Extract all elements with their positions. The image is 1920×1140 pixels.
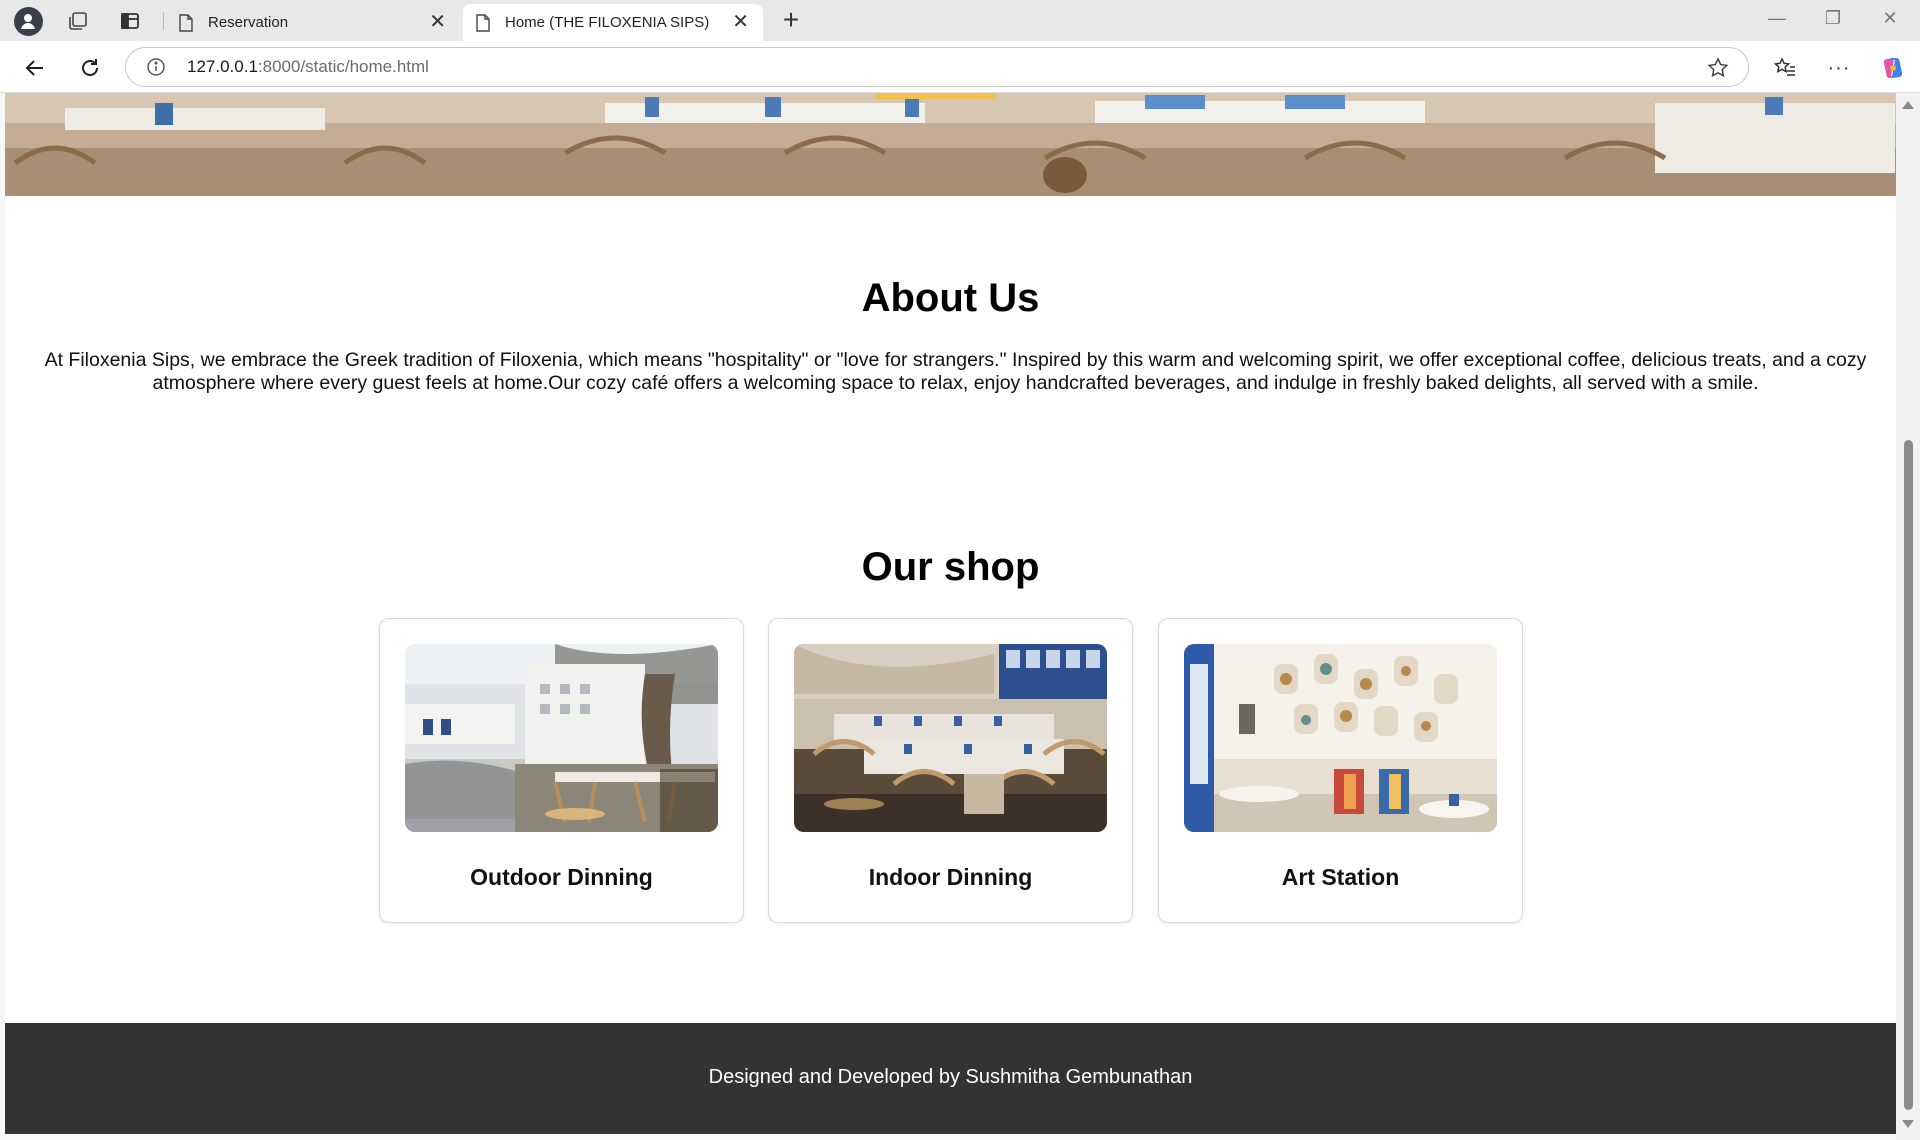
indoor-dining-image [794, 644, 1107, 832]
back-arrow-icon[interactable] [20, 53, 50, 83]
tab-title: Reservation [208, 14, 289, 31]
card-label: Art Station [1281, 864, 1400, 890]
page-viewport: About Us At Filoxenia Sips, we embrace t… [5, 93, 1896, 1134]
star-icon[interactable] [1706, 56, 1730, 80]
window-close-icon[interactable]: ✕ [1875, 8, 1905, 29]
vertical-tabs-icon[interactable] [115, 6, 145, 36]
our-shop-heading: Our shop [861, 545, 1040, 589]
scroll-up-arrow-icon[interactable] [1902, 101, 1914, 109]
profile-avatar-icon[interactable] [13, 6, 43, 36]
about-us-paragraph: At Filoxenia Sips, we embrace the Greek … [44, 349, 1867, 394]
tab-title: Home (THE FILOXENIA SIPS) [505, 14, 710, 31]
more-icon[interactable]: ··· [1824, 53, 1854, 83]
browser-toolbar: 127.0.0.1:8000/static/home.html ··· [0, 41, 1920, 93]
restore-icon[interactable]: ❐ [1818, 8, 1848, 29]
shop-card-outdoor[interactable]: Outdoor Dinning [379, 618, 744, 923]
favorites-icon[interactable] [1770, 53, 1800, 83]
tab-home[interactable]: Home (THE FILOXENIA SIPS) ✕ [463, 4, 763, 41]
about-us-heading: About Us [861, 276, 1040, 320]
browser-tab-strip: Reservation ✕ Home (THE FILOXENIA SIPS) … [0, 0, 1920, 41]
page-icon [178, 13, 194, 32]
tab-reservation[interactable]: Reservation ✕ [166, 4, 462, 41]
workspaces-icon[interactable] [63, 6, 93, 36]
vertical-scrollbar[interactable] [1896, 93, 1920, 1140]
info-icon[interactable] [146, 57, 166, 77]
shop-card-art-station[interactable]: Art Station [1158, 618, 1523, 923]
shop-card-indoor[interactable]: Indoor Dinning [768, 618, 1133, 923]
new-tab-button[interactable]: + [776, 6, 806, 34]
minimize-icon[interactable]: — [1762, 8, 1792, 29]
scrollbar-thumb[interactable] [1904, 440, 1913, 1110]
art-station-image [1184, 644, 1497, 832]
reload-icon[interactable] [75, 53, 105, 83]
card-label: Outdoor Dinning [470, 864, 653, 890]
footer-credit: Designed and Developed by Sushmitha Gemb… [708, 1066, 1193, 1088]
close-icon[interactable]: ✕ [732, 12, 749, 32]
url-text: 127.0.0.1:8000/static/home.html [187, 57, 429, 77]
page-footer: Designed and Developed by Sushmitha Gemb… [5, 1023, 1896, 1134]
scroll-down-arrow-icon[interactable] [1902, 1120, 1914, 1128]
hero-image [5, 93, 1896, 196]
url-host: 127.0.0.1 [187, 57, 258, 76]
tab-separator [163, 12, 164, 30]
address-bar[interactable]: 127.0.0.1:8000/static/home.html [125, 47, 1749, 87]
url-path: :8000/static/home.html [257, 57, 429, 76]
page-icon [475, 13, 491, 32]
outdoor-dining-image [405, 644, 718, 832]
copilot-icon[interactable] [1878, 53, 1908, 83]
close-icon[interactable]: ✕ [429, 12, 446, 32]
card-label: Indoor Dinning [868, 864, 1033, 890]
